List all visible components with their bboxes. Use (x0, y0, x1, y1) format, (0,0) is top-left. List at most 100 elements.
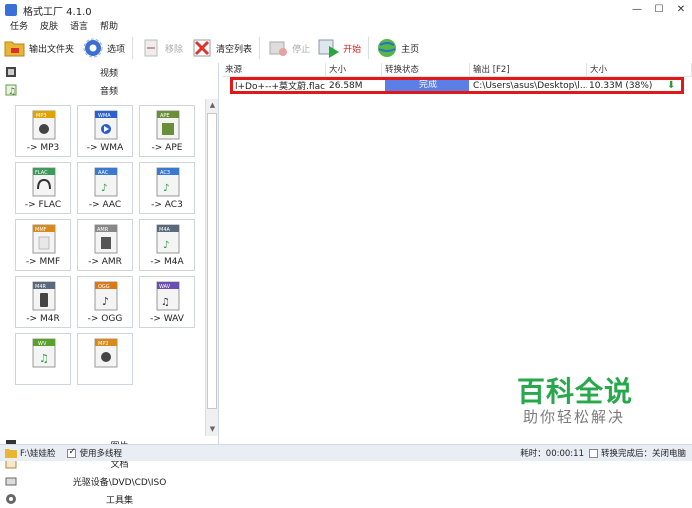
menu-skin[interactable]: 皮肤 (40, 20, 58, 34)
menu-task[interactable]: 任务 (10, 20, 28, 34)
svg-text:MP3: MP3 (36, 113, 47, 119)
format-tile-aac[interactable]: AAC ♪ -> AAC (77, 162, 133, 214)
format-tile-wav[interactable]: WAV ♫ -> WAV (139, 276, 195, 328)
wav-file-icon: WAV ♫ (156, 281, 180, 311)
mmf-file-icon: MMF (32, 224, 56, 254)
svg-text:OGG: OGG (98, 284, 110, 290)
format-tile-m4r[interactable]: M4R -> M4R (15, 276, 71, 328)
output-path-status[interactable]: F:\娃娃脸 (5, 447, 55, 459)
svg-text:WAV: WAV (159, 284, 171, 290)
folder-icon (5, 449, 17, 458)
title-bar: 格式工厂 4.1.0 — ☐ ✕ (0, 0, 692, 20)
svg-text:♪: ♪ (101, 183, 107, 194)
scroll-up-icon[interactable]: ▲ (206, 99, 219, 112)
task-output-size: 10.33M (38%) (589, 80, 653, 91)
app-icon (5, 4, 17, 16)
column-output-size[interactable]: 大小 (587, 63, 692, 76)
task-progress-bar: 完成 (385, 80, 469, 91)
window-title: 格式工厂 4.1.0 (23, 6, 92, 18)
format-tile-ogg[interactable]: OGG ♪ -> OGG (77, 276, 133, 328)
task-source: l+Do+--+莫文蔚.flac (235, 82, 326, 92)
column-size[interactable]: 大小 (326, 63, 382, 76)
done-arrow-icon: ⬇ (667, 80, 676, 91)
remove-button[interactable]: 移除 (136, 35, 187, 61)
format-tile-wma[interactable]: WMA -> WMA (77, 105, 133, 157)
format-tile-amr[interactable]: AMR -> AMR (77, 219, 133, 271)
format-tile-mp3[interactable]: MP3 -> MP3 (15, 105, 71, 157)
watermark-subtitle: 助你轻松解决 (523, 408, 626, 426)
play-icon (318, 37, 340, 59)
options-button[interactable]: 选项 (78, 35, 129, 61)
format-tile-flac[interactable]: FLAC -> FLAC (15, 162, 71, 214)
menu-language[interactable]: 语言 (70, 20, 88, 34)
ape-file-icon: APE (156, 110, 180, 140)
m4r-file-icon: M4R (32, 281, 56, 311)
svg-text:APE: APE (160, 113, 170, 119)
stop-button[interactable]: 停止 (263, 35, 314, 61)
svg-text:AC3: AC3 (160, 170, 170, 176)
category-audio[interactable]: ♫ 音频 (0, 81, 218, 99)
toolbar-divider (132, 37, 134, 59)
task-output: C:\Users\asus\Desktop\l... (473, 80, 587, 91)
stop-icon (267, 37, 289, 59)
music-icon: ♫ (5, 84, 17, 97)
clear-list-button[interactable]: 清空列表 (187, 35, 256, 61)
column-source[interactable]: 来源 (222, 63, 326, 76)
svg-text:M4R: M4R (35, 284, 46, 290)
home-button[interactable]: 主页 (372, 35, 423, 61)
clear-icon (191, 37, 213, 59)
start-button[interactable]: 开始 (314, 35, 365, 61)
audio-format-grid: MP3 -> MP3 WMA -> WMA APE -> APE FLAC ->… (0, 99, 205, 436)
scroll-thumb[interactable] (207, 113, 217, 409)
after-convert-checkbox[interactable]: 转换完成后：关闭电脑 (588, 447, 686, 459)
category-optical-drive[interactable]: 光驱设备\DVD\CD\ISO (0, 472, 219, 490)
svg-text:♫: ♫ (8, 87, 16, 96)
multithread-check-icon[interactable] (67, 447, 77, 458)
format-tile-mp2[interactable]: MP2 (77, 333, 133, 385)
task-list: 来源 大小 转换状态 输出 [F2] 大小 l+Do+--+莫文蔚.flac 2… (222, 63, 692, 444)
ac3-file-icon: AC3 ♪ (156, 167, 180, 197)
svg-text:♪: ♪ (102, 295, 109, 308)
status-bar: F:\娃娃脸 使用多线程 耗时：00:00:11 转换完成后：关闭电脑 (0, 444, 692, 461)
format-tile-m4a[interactable]: M4A ♪ -> M4A (139, 219, 195, 271)
task-size: 26.58M (329, 80, 363, 91)
after-convert-check-icon[interactable] (588, 448, 598, 458)
format-tile-ac3[interactable]: AC3 ♪ -> AC3 (139, 162, 195, 214)
task-table-header: 来源 大小 转换状态 输出 [F2] 大小 (222, 63, 692, 77)
multithread-checkbox[interactable]: 使用多线程 (67, 447, 122, 459)
window-controls: — ☐ ✕ (626, 0, 692, 20)
amr-file-icon: AMR (94, 224, 118, 254)
category-video[interactable]: 视频 (0, 63, 218, 81)
minimize-icon[interactable]: — (626, 0, 648, 20)
remove-icon (140, 37, 162, 59)
format-grid-scrollbar[interactable]: ▲ ▼ (205, 99, 218, 436)
maximize-icon[interactable]: ☐ (648, 0, 670, 20)
format-tile-mmf[interactable]: MMF -> MMF (15, 219, 71, 271)
scroll-down-icon[interactable]: ▼ (206, 423, 219, 436)
wma-file-icon: WMA (94, 110, 118, 140)
watermark-title: 百科全说 (517, 375, 634, 408)
aac-file-icon: AAC ♪ (94, 167, 118, 197)
task-row[interactable]: l+Do+--+莫文蔚.flac 26.58M 完成 C:\Users\asus… (230, 77, 684, 94)
wv-file-icon: WV ♫ (32, 338, 56, 368)
category-panel: 视频 ♫ 音频 MP3 -> MP3 WMA -> WMA APE -> APE… (0, 63, 219, 506)
gear-icon (82, 37, 104, 59)
column-status[interactable]: 转换状态 (382, 63, 470, 76)
format-tile-wv[interactable]: WV ♫ (15, 333, 71, 385)
task-status-cell: 完成 (383, 80, 471, 91)
toolbar: 输出文件夹 选项 移除 清空列表 停止 开始 主页 (0, 34, 692, 62)
svg-text:♪: ♪ (163, 240, 169, 251)
column-output[interactable]: 输出 [F2] (470, 63, 587, 76)
toolbar-divider (259, 37, 261, 59)
format-tile-ape[interactable]: APE -> APE (139, 105, 195, 157)
menu-help[interactable]: 帮助 (100, 20, 118, 34)
svg-text:M4A: M4A (159, 227, 170, 233)
close-icon[interactable]: ✕ (670, 0, 692, 20)
svg-text:WV: WV (38, 341, 47, 347)
svg-text:FLAC: FLAC (35, 170, 48, 176)
category-toolbox[interactable]: 工具集 (0, 490, 219, 508)
elapsed-time: 耗时：00:00:11 (520, 449, 584, 459)
mp2-file-icon: MP2 (94, 338, 118, 368)
drive-icon (5, 475, 17, 487)
output-folder-button[interactable]: 输出文件夹 (0, 35, 78, 61)
